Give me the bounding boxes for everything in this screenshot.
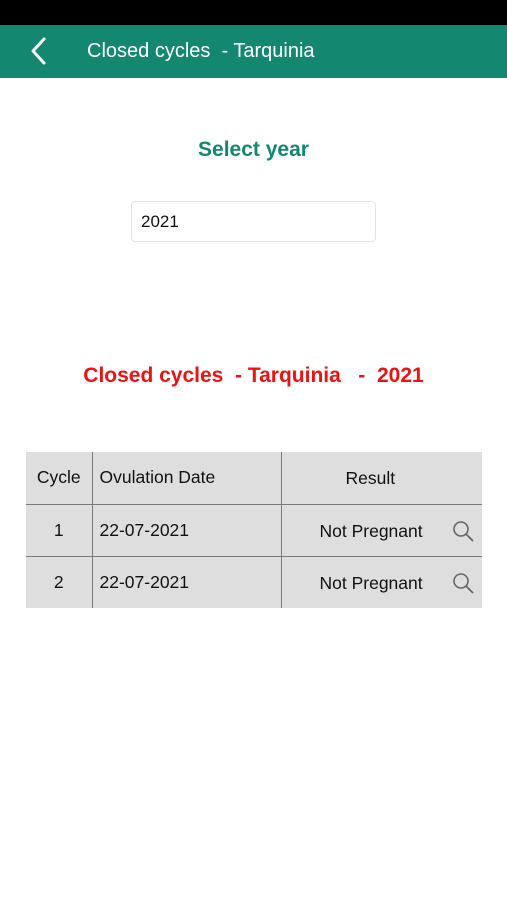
ovulation-date-cell: 22-07-2021 bbox=[91, 556, 281, 608]
column-header-cycle: Cycle bbox=[26, 452, 92, 505]
column-header-result: Result bbox=[280, 452, 482, 505]
status-bar bbox=[0, 0, 507, 25]
ovulation-date-cell: 22-07-2021 bbox=[91, 504, 281, 557]
table-row[interactable]: 2 22-07-2021 Not Pregnant bbox=[26, 556, 482, 608]
result-cell: Not Pregnant bbox=[280, 504, 482, 557]
cycles-table: Cycle Ovulation Date Result 1 22-07-2021… bbox=[26, 452, 482, 608]
column-header-ovulation-date: Ovulation Date bbox=[91, 452, 281, 505]
table-row[interactable]: 1 22-07-2021 Not Pregnant bbox=[26, 504, 482, 557]
cycle-number-cell: 2 bbox=[53, 571, 64, 592]
column-header-result-label: Result bbox=[345, 468, 396, 488]
back-button[interactable] bbox=[22, 34, 58, 70]
result-text: Not Pregnant bbox=[319, 520, 423, 541]
section-title: Closed cycles - Tarquinia - 2021 bbox=[83, 364, 424, 387]
select-year-label: Select year bbox=[198, 138, 309, 161]
table-header-row: Cycle Ovulation Date Result bbox=[26, 452, 482, 505]
result-text: Not Pregnant bbox=[319, 572, 423, 593]
magnifier-icon[interactable] bbox=[452, 520, 474, 542]
year-input[interactable]: 2021 bbox=[131, 201, 376, 242]
result-cell: Not Pregnant bbox=[280, 556, 482, 608]
cycle-number-cell: 1 bbox=[26, 504, 92, 557]
chevron-left-icon bbox=[31, 37, 46, 65]
magnifier-icon[interactable] bbox=[452, 572, 474, 594]
navigation-bar: Closed cycles - Tarquinia bbox=[0, 25, 507, 78]
page-title: Closed cycles - Tarquinia bbox=[87, 40, 315, 62]
